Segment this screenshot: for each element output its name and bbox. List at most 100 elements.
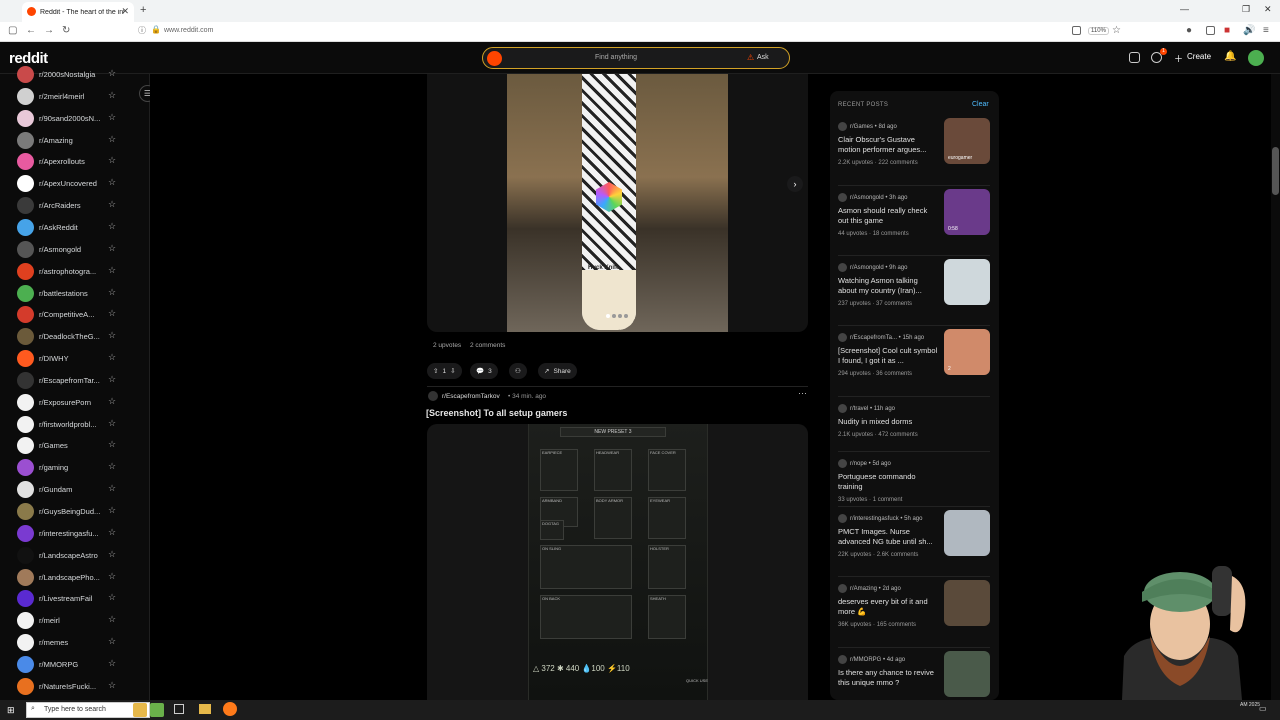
notifications-icon[interactable]: ▭: [1259, 704, 1267, 713]
upvote-icon[interactable]: ⇧: [433, 367, 438, 375]
sidebar-item[interactable]: r/Asmongold ☆: [17, 240, 127, 259]
favorite-star-icon[interactable]: ☆: [108, 221, 116, 232]
browser-tab[interactable]: Reddit - The heart of the internet ✕: [22, 2, 134, 22]
recent-post-title[interactable]: Portuguese commando training: [838, 472, 938, 492]
recent-post-thumbnail[interactable]: 0:58: [944, 189, 990, 235]
sidebar-item[interactable]: r/NatureIsFucki... ☆: [17, 677, 127, 696]
more-options-icon[interactable]: ···: [798, 388, 807, 398]
maximize-window-icon[interactable]: ❐: [1242, 4, 1250, 15]
favorite-star-icon[interactable]: ☆: [108, 308, 116, 319]
favorite-star-icon[interactable]: ☆: [108, 68, 116, 79]
reddit-logo[interactable]: reddit: [9, 50, 48, 67]
vote-button[interactable]: ⇧ 1 ⇩: [427, 363, 462, 379]
extension-red-icon[interactable]: ■: [1224, 25, 1230, 36]
bell-icon[interactable]: 🔔: [1224, 51, 1236, 62]
favorite-star-icon[interactable]: ☆: [108, 483, 116, 494]
avatar[interactable]: [1248, 50, 1264, 66]
close-tab-icon[interactable]: ✕: [121, 6, 129, 17]
sidebar-item[interactable]: r/DeadlockTheG... ☆: [17, 328, 127, 346]
recent-post-subreddit[interactable]: r/MMORPG • 4d ago: [838, 655, 905, 664]
favorite-star-icon[interactable]: ☆: [108, 527, 116, 538]
favorite-star-icon[interactable]: ☆: [108, 243, 116, 254]
favorite-star-icon[interactable]: ☆: [108, 374, 116, 385]
recent-post-thumbnail[interactable]: [944, 259, 990, 305]
favorite-star-icon[interactable]: ☆: [108, 265, 116, 276]
sidebar-toggle-icon[interactable]: ▢: [8, 25, 17, 36]
sidebar-item[interactable]: r/firstworldprobl... ☆: [17, 415, 127, 434]
favorite-star-icon[interactable]: ☆: [108, 418, 116, 429]
advertise-icon[interactable]: [1129, 52, 1140, 63]
recent-post-title[interactable]: Asmon should really check out this game: [838, 206, 938, 226]
audio-icon[interactable]: 🔊: [1243, 25, 1255, 36]
zoom-level[interactable]: 110%: [1088, 27, 1109, 35]
carousel-dot[interactable]: [624, 314, 628, 318]
sidebar-item[interactable]: r/2000sNostalgia ☆: [17, 66, 127, 84]
sidebar-item[interactable]: r/gaming ☆: [17, 459, 127, 477]
favorite-star-icon[interactable]: ☆: [108, 614, 116, 625]
sidebar-item[interactable]: r/EscapefromTar... ☆: [17, 371, 127, 390]
task-view-icon[interactable]: [174, 704, 184, 714]
sidebar-item[interactable]: r/Amazing ☆: [17, 131, 127, 150]
favorite-star-icon[interactable]: ☆: [108, 177, 116, 188]
minimize-window-icon[interactable]: —: [1180, 4, 1189, 14]
sidebar-item[interactable]: r/battlestations ☆: [17, 284, 127, 303]
favorite-star-icon[interactable]: ☆: [108, 112, 116, 123]
sidebar-item[interactable]: r/2meirl4meirl ☆: [17, 87, 127, 106]
recent-post-subreddit[interactable]: r/Asmongold • 9h ago: [838, 263, 907, 272]
search-input[interactable]: Find anything: [595, 54, 637, 61]
sidebar-item[interactable]: r/ExposurePorn ☆: [17, 393, 127, 412]
favorite-star-icon[interactable]: ☆: [108, 199, 116, 210]
favorite-star-icon[interactable]: ☆: [108, 287, 116, 298]
recent-post-subreddit[interactable]: r/Asmongold • 3h ago: [838, 193, 907, 202]
recent-post-thumbnail[interactable]: [944, 510, 990, 556]
favorite-star-icon[interactable]: ☆: [108, 155, 116, 166]
file-explorer-icon[interactable]: [199, 704, 211, 714]
app-icon[interactable]: [150, 703, 164, 717]
favorite-star-icon[interactable]: ☆: [108, 549, 116, 560]
taskbar-search-input[interactable]: Type here to search: [44, 706, 106, 713]
favorite-star-icon[interactable]: ☆: [108, 396, 116, 407]
reload-button[interactable]: ↻: [62, 25, 70, 36]
post-title[interactable]: [Screenshot] To all setup gamers: [426, 408, 567, 418]
site-info-icon[interactable]: ⓘ: [138, 25, 146, 36]
sidebar-item[interactable]: r/GuysBeingDud... ☆: [17, 503, 127, 521]
sidebar-item[interactable]: r/90sand2000sN... ☆: [17, 109, 127, 128]
recent-post-title[interactable]: Watching Asmon talking about my country …: [838, 276, 938, 296]
sidebar-item[interactable]: r/DIWHY ☆: [17, 350, 127, 368]
recent-post-title[interactable]: Is there any chance to revive this uniqu…: [838, 668, 938, 688]
sidebar-item[interactable]: r/LandscapeAstro ☆: [17, 546, 127, 565]
windows-start-icon[interactable]: ⊞: [7, 705, 15, 716]
carousel-dot[interactable]: [612, 314, 616, 318]
favorite-star-icon[interactable]: ☆: [108, 636, 116, 647]
bookmark-star-icon[interactable]: ☆: [1112, 25, 1121, 36]
carousel-dot[interactable]: [618, 314, 622, 318]
subreddit-icon[interactable]: [428, 391, 438, 401]
downvote-icon[interactable]: ⇩: [450, 367, 455, 375]
sidebar-item[interactable]: r/LivestreamFail ☆: [17, 590, 127, 608]
recent-post-subreddit[interactable]: r/Games • 8d ago: [838, 122, 897, 131]
recent-post-title[interactable]: Nudity in mixed dorms: [838, 417, 938, 427]
carousel-next-button[interactable]: ›: [787, 176, 803, 192]
back-button[interactable]: ←: [26, 25, 36, 36]
sidebar-item[interactable]: r/Apexrollouts ☆: [17, 153, 127, 171]
sidebar-item[interactable]: r/astrophotogra... ☆: [17, 262, 127, 281]
recent-post-thumbnail[interactable]: [944, 651, 990, 697]
sidebar-item[interactable]: r/Gundam ☆: [17, 481, 127, 499]
favorite-star-icon[interactable]: ☆: [108, 592, 116, 603]
search-bar[interactable]: Find anything ⚠ Ask: [482, 47, 790, 69]
favorite-star-icon[interactable]: ☆: [108, 439, 116, 450]
recent-post-thumbnail[interactable]: 2: [944, 329, 990, 375]
reader-view-icon[interactable]: [1072, 26, 1081, 35]
recent-post-title[interactable]: PMCT Images. Nurse advanced NG tube unti…: [838, 527, 938, 547]
ask-button[interactable]: Ask: [757, 54, 769, 61]
recent-post-thumbnail[interactable]: [944, 580, 990, 626]
favorite-star-icon[interactable]: ☆: [108, 571, 116, 582]
recent-post-subreddit[interactable]: r/travel • 11h ago: [838, 404, 895, 413]
menu-icon[interactable]: ≡: [1263, 25, 1269, 36]
sidebar-item[interactable]: r/Games ☆: [17, 437, 127, 455]
url-field[interactable]: www.reddit.com: [164, 27, 213, 34]
post-subreddit[interactable]: r/EscapefromTarkov: [442, 393, 500, 400]
comments-button[interactable]: 💬 3: [470, 363, 498, 379]
favorite-star-icon[interactable]: ☆: [108, 505, 116, 516]
clear-recent-button[interactable]: Clear: [972, 101, 989, 108]
